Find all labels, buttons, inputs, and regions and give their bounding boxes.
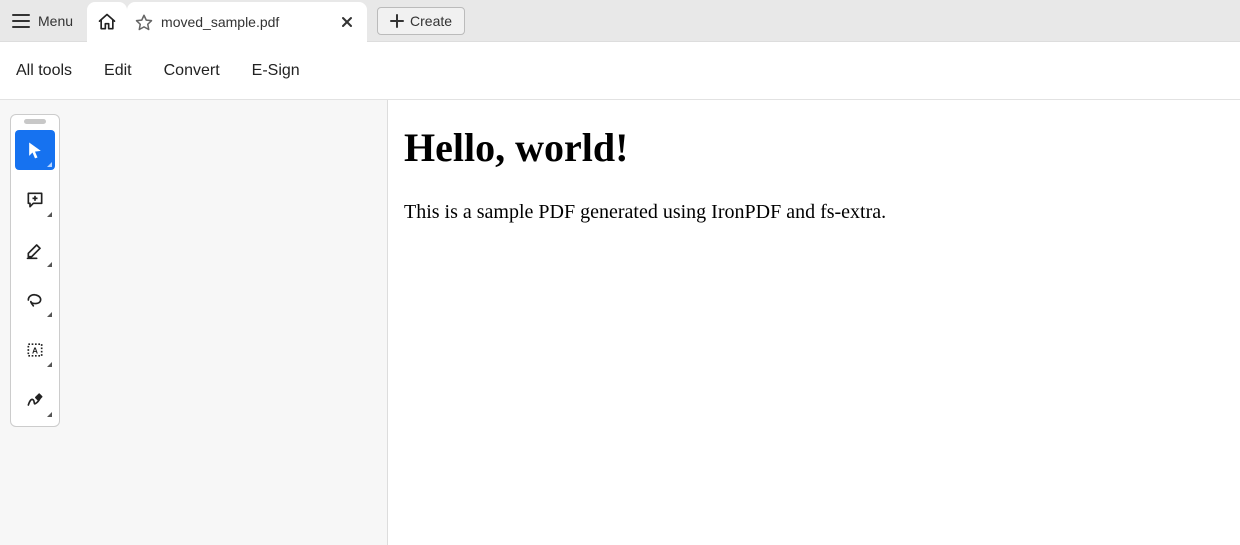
menuitem-edit[interactable]: Edit xyxy=(102,58,134,84)
highlight-tool[interactable] xyxy=(15,230,55,270)
document-body: This is a sample PDF generated using Iro… xyxy=(404,201,1224,224)
tab-close-button[interactable] xyxy=(337,12,357,32)
document-heading: Hello, world! xyxy=(404,124,1224,171)
draw-tool[interactable] xyxy=(15,280,55,320)
highlighter-icon xyxy=(25,240,45,260)
star-icon[interactable] xyxy=(135,13,153,31)
sign-tool[interactable] xyxy=(15,380,55,420)
lasso-icon xyxy=(25,290,45,310)
titlebar: Menu moved_sample.pdf Create xyxy=(0,0,1240,42)
select-tool[interactable] xyxy=(15,130,55,170)
tab-home[interactable] xyxy=(87,2,127,42)
tab-file[interactable]: moved_sample.pdf xyxy=(127,2,367,42)
textbox-tool[interactable]: A xyxy=(15,330,55,370)
menuitem-convert[interactable]: Convert xyxy=(162,58,222,84)
create-label: Create xyxy=(410,13,452,29)
svg-text:A: A xyxy=(32,345,38,355)
hamburger-icon xyxy=(12,14,30,28)
comment-icon xyxy=(25,190,45,210)
side-pane: A xyxy=(0,100,388,545)
plus-icon xyxy=(390,14,404,28)
menu-label: Menu xyxy=(38,13,73,29)
main-area: A Hello, world! This is a sample PDF gen… xyxy=(0,100,1240,545)
tool-palette[interactable]: A xyxy=(10,114,60,427)
document-view[interactable]: Hello, world! This is a sample PDF gener… xyxy=(388,100,1240,545)
tab-label: moved_sample.pdf xyxy=(161,14,329,30)
menubar: All tools Edit Convert E-Sign xyxy=(0,42,1240,100)
menuitem-esign[interactable]: E-Sign xyxy=(250,58,302,84)
drag-handle-icon[interactable] xyxy=(24,119,46,124)
menu-button[interactable]: Menu xyxy=(6,7,87,35)
menuitem-all-tools[interactable]: All tools xyxy=(14,58,74,84)
textbox-icon: A xyxy=(25,340,45,360)
comment-tool[interactable] xyxy=(15,180,55,220)
home-icon xyxy=(97,12,117,32)
cursor-icon xyxy=(25,140,45,160)
create-button[interactable]: Create xyxy=(377,7,465,35)
signature-icon xyxy=(25,390,45,410)
